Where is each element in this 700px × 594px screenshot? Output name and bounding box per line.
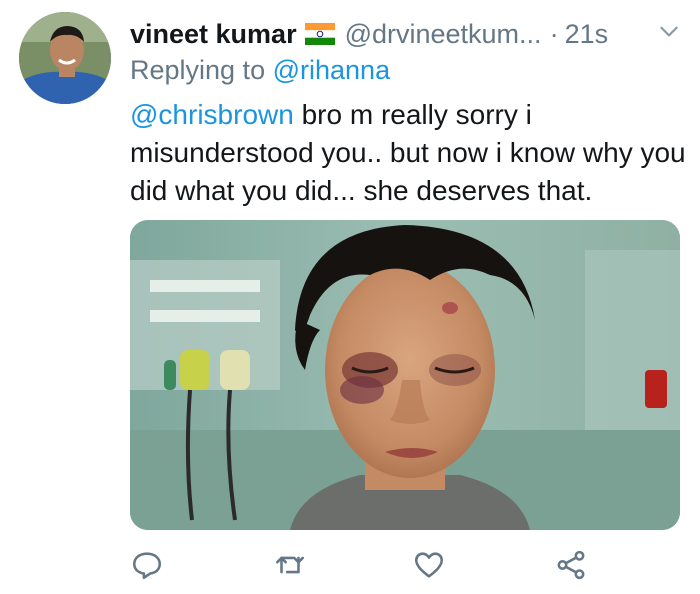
india-flag-icon — [304, 23, 335, 45]
reply-icon[interactable] — [130, 548, 164, 582]
like-icon[interactable] — [412, 548, 446, 582]
replying-prefix: Replying to — [130, 55, 266, 85]
avatar[interactable] — [19, 12, 111, 104]
text-mention[interactable]: @chrisbrown — [130, 99, 294, 130]
timestamp[interactable]: 21s — [565, 19, 609, 50]
tweet-actions — [130, 548, 630, 584]
retweet-icon[interactable] — [273, 548, 307, 582]
share-icon[interactable] — [554, 548, 588, 582]
replying-to: Replying to @rihanna — [130, 55, 390, 86]
separator-dot: · — [549, 18, 559, 49]
chevron-down-icon[interactable] — [656, 18, 682, 44]
media-photo — [130, 220, 680, 530]
replying-to-mention[interactable]: @rihanna — [273, 55, 390, 85]
avatar-image — [19, 12, 111, 104]
tweet-text: @chrisbrown bro m really sorry i misunde… — [130, 96, 690, 210]
display-name[interactable]: vineet kumar — [130, 19, 297, 50]
tweet-header: vineet kumar @drvineetkum... · 21s — [130, 14, 682, 54]
user-handle[interactable]: @drvineetkum... — [345, 19, 542, 50]
tweet-media[interactable] — [130, 220, 680, 530]
